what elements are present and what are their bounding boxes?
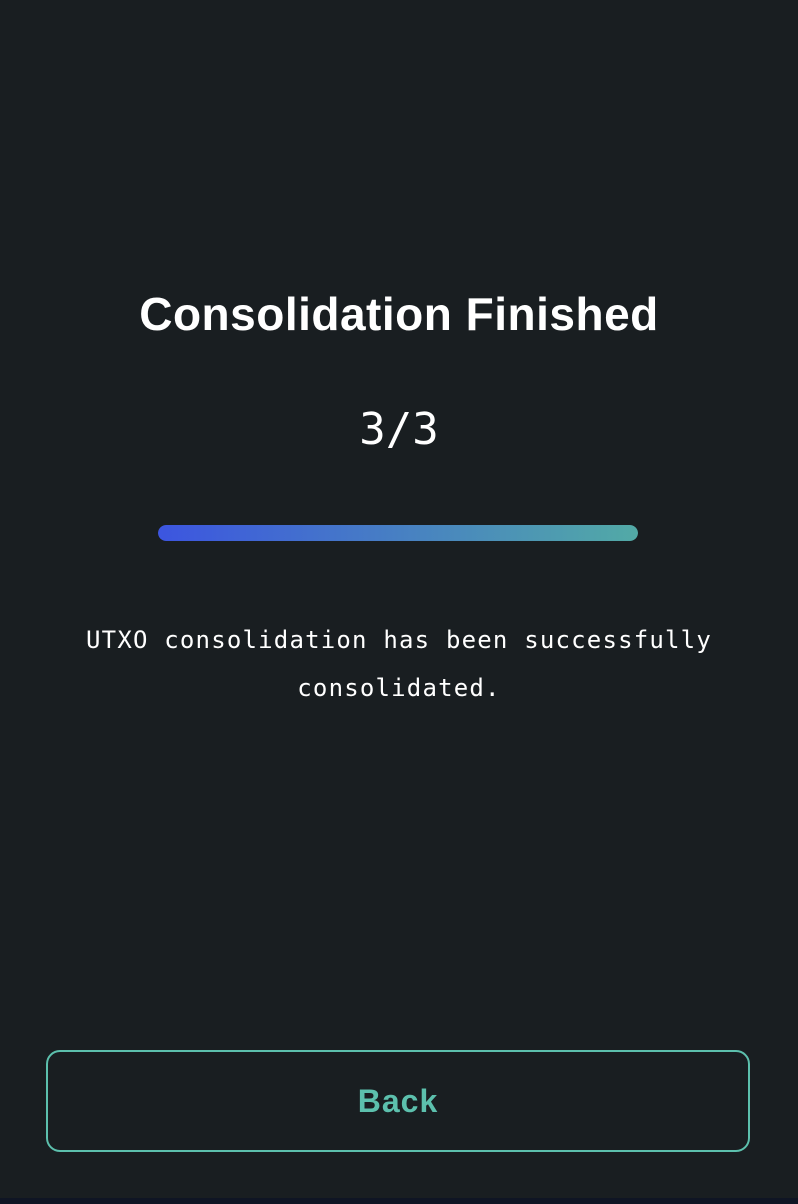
back-button[interactable]: Back (46, 1050, 750, 1152)
progress-bar (158, 525, 638, 541)
step-counter: 3/3 (0, 400, 798, 460)
bottom-edge-strip (0, 1198, 798, 1204)
progress-bar-fill (158, 525, 638, 541)
page-title: Consolidation Finished (0, 284, 798, 344)
status-message: UTXO consolidation has been successfully… (40, 616, 758, 712)
